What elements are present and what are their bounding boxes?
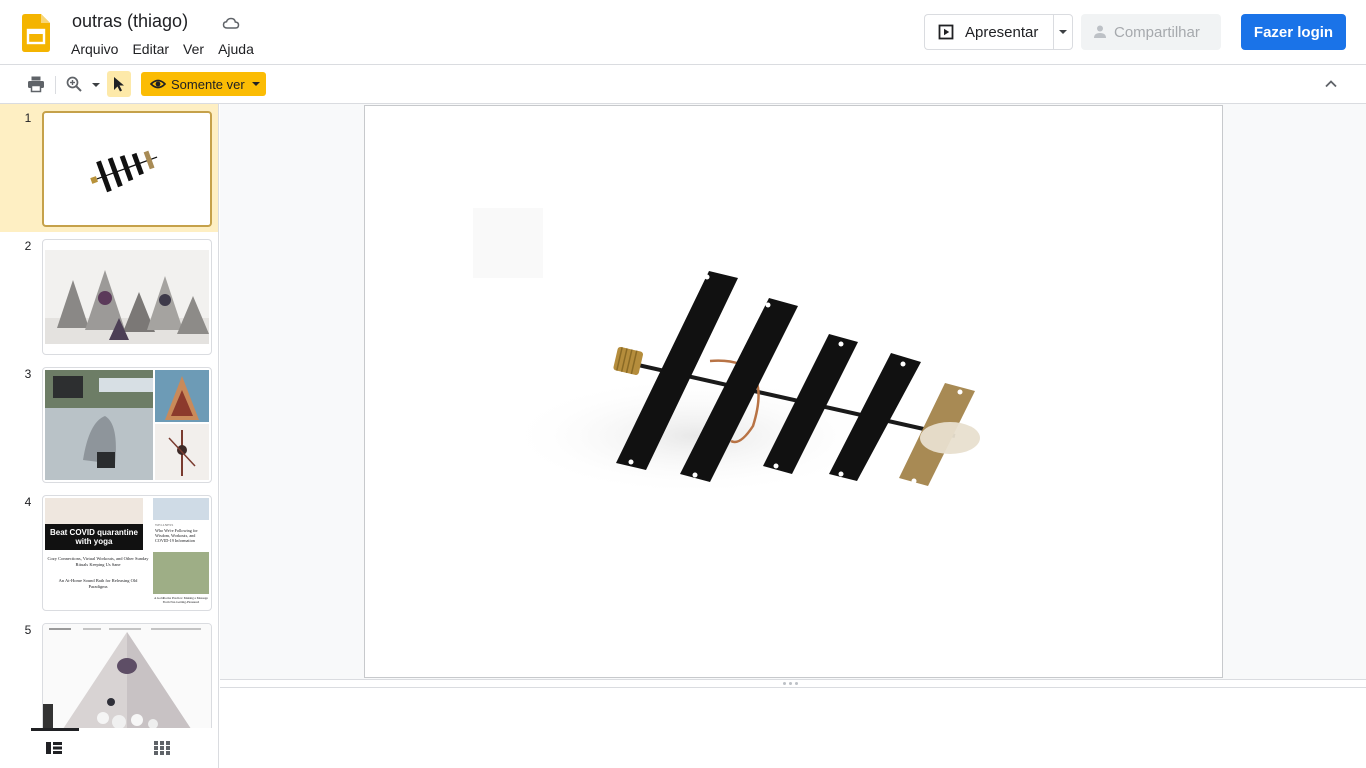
slide-number: 2 [24,239,32,253]
select-tool-button[interactable] [107,71,131,97]
menu-bar: Arquivo Editar Ver Ajuda [71,40,268,58]
covid-banner: Beat COVID quarantine with yoga [45,524,143,550]
grid-view-icon[interactable] [154,741,170,755]
sidebar-headline: Who We're Following for Wisdom, Workouts… [155,528,198,543]
current-slide[interactable] [364,105,1223,678]
document-title[interactable]: outras (thiago) [72,11,188,32]
slide-thumb-image [42,239,212,355]
chevron-down-icon [251,82,260,86]
filmstrip-view-icon[interactable] [46,741,62,755]
slide-thumbnail-5[interactable]: 5 [0,616,218,728]
speaker-notes-resize-handle[interactable] [220,679,1366,688]
zoom-icon[interactable] [65,75,83,93]
slide-thumb-image [42,111,212,227]
yoga-photo [45,498,143,524]
cloud-saved-icon[interactable] [222,14,240,32]
view-only-label: Somente ver [171,76,245,92]
eye-icon [150,79,166,89]
lock-person-icon [1094,25,1106,38]
slide-thumb-image [42,623,212,728]
slide-thumbnail-1[interactable]: 1 [0,104,218,232]
slide-number: 5 [24,623,32,637]
sidebar-photo [153,498,209,520]
active-view-indicator [31,728,79,731]
slides-logo-icon[interactable] [22,14,50,52]
chevron-down-icon [1059,30,1067,34]
speaker-notes-panel [220,688,1366,768]
present-label: Apresentar [965,23,1039,41]
toolbar-divider [55,76,56,94]
slide-canvas-area [220,104,1366,680]
menu-arquivo[interactable]: Arquivo [71,40,118,58]
present-icon [938,24,954,40]
print-icon[interactable] [27,75,45,93]
sidebar-caption: A Goldilocks Practice: Making a Massage … [154,596,208,604]
present-options-dropdown[interactable] [1053,14,1073,50]
antenna-thumb-image [90,150,158,193]
sign-in-button[interactable]: Fazer login [1241,14,1346,50]
slide-thumb-image: Beat COVID quarantine with yoga Cozy Con… [42,495,212,611]
menu-ver[interactable]: Ver [183,40,204,58]
slide-number: 1 [24,111,32,125]
menu-ajuda[interactable]: Ajuda [218,40,254,58]
menu-editar[interactable]: Editar [132,40,169,58]
drag-handle-icon [783,682,798,685]
headline-1: Cozy Connections, Virtual Workouts, and … [47,556,149,567]
slide-filmstrip: 1 2 3 4 Beat COVID quarantine with yoga … [0,104,219,728]
zoom-dropdown-icon[interactable] [92,83,100,87]
slide-thumbnail-3[interactable]: 3 [0,360,218,488]
antenna-photo-image [473,208,980,496]
slide-thumb-image [42,367,212,483]
slide-number: 3 [24,367,32,381]
cursor-arrow-icon [114,77,124,92]
sidebar-kicker: WELLNESS [155,523,174,527]
slide-thumbnail-4[interactable]: 4 Beat COVID quarantine with yoga Cozy C… [0,488,218,616]
app-header: outras (thiago) Arquivo Editar Ver Ajuda… [0,0,1366,64]
slide-thumbnail-2[interactable]: 2 [0,232,218,360]
chevron-up-icon[interactable] [1323,76,1339,92]
view-only-mode-button[interactable]: Somente ver [141,72,266,96]
headline-2: An At-Home Sound Bath for Releasing Old … [58,578,138,589]
slide-number: 4 [24,495,32,509]
collage-thumb-image [45,370,209,480]
present-button[interactable]: Apresentar [924,14,1053,50]
pyramid-thumb-image [43,624,211,728]
sidebar-photo-2 [153,552,209,594]
share-label: Compartilhar [1114,23,1200,41]
toolbar: Somente ver [0,64,1366,104]
orgonite-pyramids-thumb-image [45,250,209,344]
filmstrip-view-switcher [0,728,219,768]
share-button[interactable]: Compartilhar [1081,14,1221,50]
